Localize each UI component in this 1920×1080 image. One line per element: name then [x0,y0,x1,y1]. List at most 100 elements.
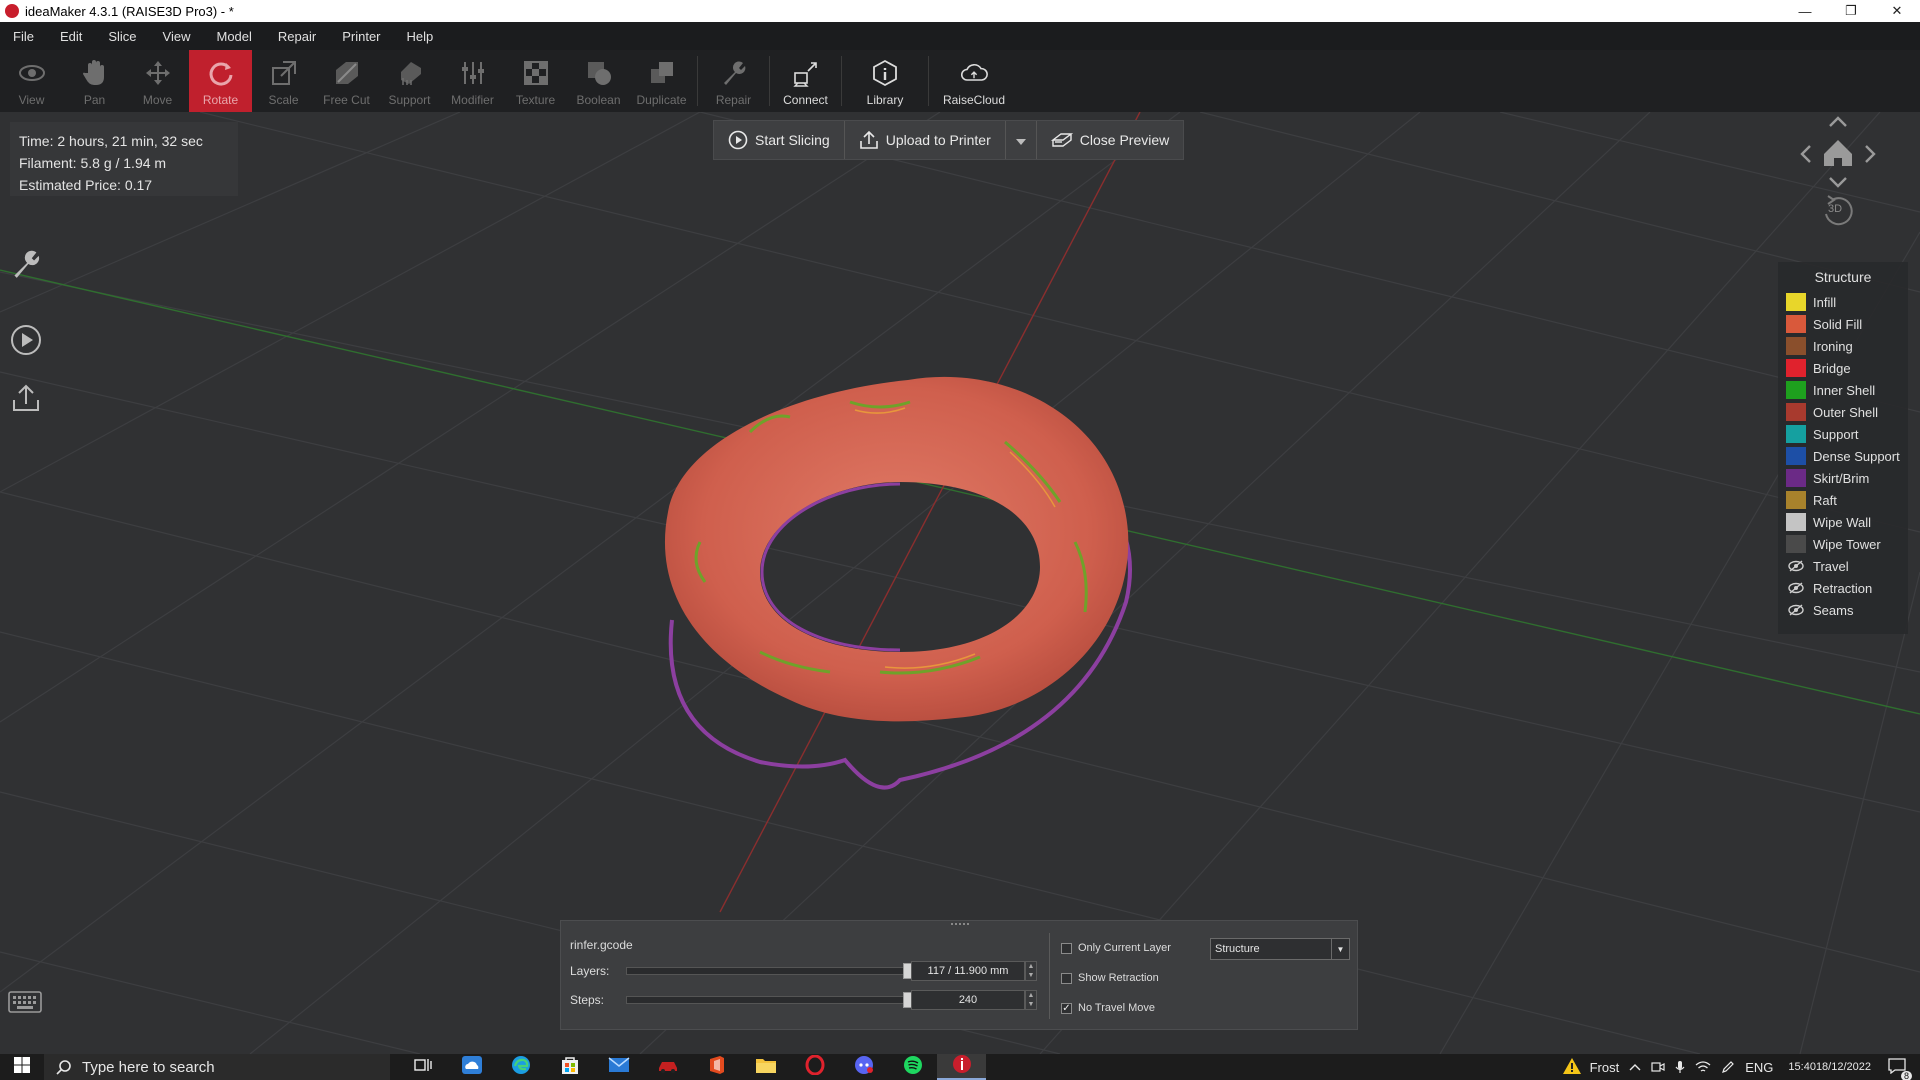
spin-down-icon[interactable]: ▼ [1028,1000,1035,1009]
home-view-icon[interactable] [1824,140,1852,166]
menu-slice[interactable]: Slice [95,29,149,44]
tool-rotate[interactable]: Rotate [189,50,252,112]
close-preview-button[interactable]: Close Preview [1037,121,1183,159]
tool-connect[interactable]: Connect [774,50,837,112]
legend-item-solid-fill[interactable]: Solid Fill [1786,313,1900,335]
menu-model[interactable]: Model [204,29,265,44]
view-mode-select[interactable]: Structure ▼ [1210,938,1350,960]
legend-item-skirt-brim[interactable]: Skirt/Brim [1786,467,1900,489]
legend-toggle-seams[interactable]: Seams [1786,599,1900,621]
taskbar-file-explorer[interactable] [741,1054,790,1080]
tool-free-cut[interactable]: Free Cut [315,50,378,112]
tool-texture[interactable]: Texture [504,50,567,112]
tool-boolean[interactable]: Boolean [567,50,630,112]
upload-options-dropdown[interactable] [1006,121,1037,159]
3d-viewport[interactable]: Time: 2 hours, 21 min, 32 sec Filament: … [0,112,1920,1054]
nav-left-arrow[interactable] [1800,145,1811,163]
tool-view[interactable]: View [0,50,63,112]
checkbox-box[interactable] [1061,972,1072,984]
microphone-icon[interactable] [1675,1060,1685,1074]
taskbar-edge[interactable] [496,1054,545,1080]
tool-duplicate[interactable]: Duplicate [630,50,693,112]
steps-spinner[interactable]: ▲ ▼ [1025,990,1037,1010]
task-view-button[interactable] [398,1054,447,1080]
taskbar-spotify[interactable] [888,1054,937,1080]
legend-item-inner-shell[interactable]: Inner Shell [1786,379,1900,401]
start-slicing-button[interactable]: Start Slicing [714,121,845,159]
taskbar-ideamaker[interactable] [937,1054,986,1080]
settings-wrench-button[interactable] [8,248,44,284]
layers-value-field[interactable]: 117 / 11.900 mm [911,961,1025,981]
legend-item-wipe-wall[interactable]: Wipe Wall [1786,511,1900,533]
nav-down-arrow[interactable] [1829,177,1847,188]
nav-right-arrow[interactable] [1865,145,1876,163]
legend-toggle-retraction[interactable]: Retraction [1786,577,1900,599]
pen-icon[interactable] [1721,1060,1735,1074]
keyboard-shortcuts-button[interactable] [8,990,42,1016]
upload-to-printer-button[interactable]: Upload to Printer [845,121,1006,159]
menu-file[interactable]: File [0,29,47,44]
checkbox-box[interactable] [1061,942,1072,954]
legend-item-ironing[interactable]: Ironing [1786,335,1900,357]
tool-library[interactable]: Library [846,50,924,112]
start-button[interactable] [0,1054,44,1080]
restore-button[interactable]: ❐ [1828,0,1874,22]
weather-widget[interactable]: Frost [1562,1057,1619,1078]
taskbar-discord[interactable] [839,1054,888,1080]
taskbar-onedrive[interactable] [447,1054,496,1080]
notifications-button[interactable]: 8 [1888,1057,1912,1080]
tool-scale-label: Scale [268,93,299,107]
nav-up-arrow[interactable] [1829,116,1847,127]
tool-modifier[interactable]: Modifier [441,50,504,112]
tool-pan[interactable]: Pan [63,50,126,112]
legend-item-outer-shell[interactable]: Outer Shell [1786,401,1900,423]
checkbox-box-checked[interactable]: ✓ [1061,1002,1072,1014]
panel-drag-handle[interactable] [951,923,969,927]
taskbar-opera[interactable] [790,1054,839,1080]
spin-down-icon[interactable]: ▼ [1028,971,1035,980]
taskbar-store[interactable] [545,1054,594,1080]
tool-support[interactable]: Support [378,50,441,112]
layers-spinner[interactable]: ▲ ▼ [1025,961,1037,981]
tool-repair[interactable]: Repair [702,50,765,112]
tool-move[interactable]: Move [126,50,189,112]
menu-printer[interactable]: Printer [329,29,393,44]
wifi-icon[interactable] [1695,1060,1711,1074]
clock[interactable]: 15:40 18/12/2022 [1788,1061,1871,1074]
menu-help[interactable]: Help [394,29,447,44]
legend-item-bridge[interactable]: Bridge [1786,357,1900,379]
menu-edit[interactable]: Edit [47,29,95,44]
spin-up-icon[interactable]: ▲ [1028,962,1035,971]
legend-item-support[interactable]: Support [1786,423,1900,445]
meet-now-icon[interactable] [1651,1060,1665,1074]
chevron-down-icon[interactable]: ▼ [1331,939,1349,959]
minimize-button[interactable]: — [1782,0,1828,22]
show-retraction-checkbox[interactable]: Show Retraction [1061,972,1159,984]
layers-slider-track[interactable] [626,967,908,975]
play-preview-button[interactable] [8,324,44,360]
menu-repair[interactable]: Repair [265,29,329,44]
close-button[interactable]: ✕ [1874,0,1920,22]
tool-raisecloud[interactable]: RaiseCloud [933,50,1015,112]
warning-icon [1562,1057,1582,1078]
tool-scale[interactable]: Scale [252,50,315,112]
legend-item-wipe-tower[interactable]: Wipe Tower [1786,533,1900,555]
export-button[interactable] [8,382,44,418]
menu-view[interactable]: View [150,29,204,44]
legend-item-infill[interactable]: Infill [1786,291,1900,313]
no-travel-move-checkbox[interactable]: ✓ No Travel Move [1061,1002,1155,1014]
taskbar-office[interactable] [692,1054,741,1080]
spin-up-icon[interactable]: ▲ [1028,991,1035,1000]
taskbar-mail[interactable] [594,1054,643,1080]
steps-value-field[interactable]: 240 [911,990,1025,1010]
chevron-up-icon[interactable] [1629,1063,1641,1071]
legend-item-dense-support[interactable]: Dense Support [1786,445,1900,467]
taskbar-search-box[interactable]: Type here to search [44,1054,390,1080]
tool-boolean-label: Boolean [576,93,621,107]
taskbar-app-red[interactable] [643,1054,692,1080]
legend-toggle-travel[interactable]: Travel [1786,555,1900,577]
steps-slider-track[interactable] [626,996,908,1004]
legend-item-raft[interactable]: Raft [1786,489,1900,511]
language-indicator[interactable]: ENG [1745,1060,1773,1075]
only-current-layer-checkbox[interactable]: Only Current Layer [1061,942,1171,954]
